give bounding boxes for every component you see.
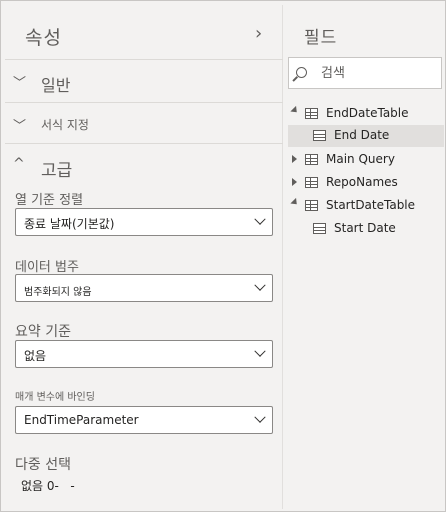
bind-to-parameter-value: EndTimeParameter [24,413,139,427]
multi-select-label: 다중 선택 [15,457,71,473]
bind-to-parameter-dropdown[interactable]: EndTimeParameter [15,406,273,434]
table-icon [305,200,318,211]
tree-item-label: EndDateTable [326,106,409,120]
data-category-value: 범주화되지 않음 [24,287,92,298]
sort-by-column-value: 종료 날짜(기본값) [24,217,115,231]
chevron-down-icon: ﹀ [13,76,27,91]
sort-by-column-dropdown[interactable]: 종료 날짜(기본값) [15,208,273,236]
chevron-down-icon [254,279,266,291]
chevron-down-icon [254,411,266,423]
data-category-dropdown[interactable]: 범주화되지 않음 [15,274,273,302]
collapse-pane-chevron-icon[interactable]: › [255,23,262,44]
tree-item-end-date[interactable]: End Date [288,125,444,147]
data-category-label: 데이터 범주 [15,260,79,275]
collapsed-triangle-icon[interactable] [292,178,297,186]
bind-to-parameter-label: 매개 변수에 바인딩 [15,392,95,403]
column-icon [313,223,326,234]
summarize-by-dropdown[interactable]: 없음 [15,340,273,368]
tree-item-start-date[interactable]: Start Date [288,218,444,240]
fields-title: 필드 [304,28,338,48]
collapsed-triangle-icon[interactable] [292,155,297,163]
tree-item-label: StartDateTable [326,198,416,212]
summarize-by-label: 요약 기준 [15,324,71,340]
properties-title: 속성 [25,27,62,49]
tree-item-label: RepoNames [326,175,398,189]
expanded-triangle-icon[interactable] [290,197,300,208]
section-general-header[interactable]: ﹀ 일반 [5,60,283,102]
multi-select-value: 없음 0- - [21,479,75,493]
section-advanced-label: 고급 [41,161,73,181]
summarize-by-value: 없음 [24,349,47,363]
tree-item-enddatetable[interactable]: EndDateTable [288,103,444,125]
column-icon [313,130,326,141]
search-input[interactable] [321,64,437,82]
tree-item-label: Main Query [326,152,395,166]
table-icon [305,177,318,188]
fields-pane: 필드 EndDateTable End Date Main Query Repo… [284,5,444,509]
tree-item-label: End Date [334,128,390,142]
expanded-triangle-icon[interactable] [290,105,300,116]
table-icon [305,154,318,165]
section-advanced-header[interactable]: ^ 고급 [5,144,283,184]
section-formatting-header[interactable]: ﹀ 서식 지정 [5,103,283,143]
window-frame: 속성 › ﹀ 일반 ﹀ 서식 지정 ^ 고급 열 기준 정렬 종료 날짜(기본값… [0,0,446,512]
tree-item-main-query[interactable]: Main Query [288,149,444,171]
search-icon [296,67,307,78]
tree-item-label: Start Date [334,221,396,235]
chevron-up-icon: ^ [13,156,25,172]
section-general-label: 일반 [41,76,71,95]
chevron-down-icon: ﹀ [13,119,27,134]
chevron-down-icon [254,345,266,357]
sort-by-column-label: 열 기준 정렬 [15,193,84,208]
tree-item-startdatetable[interactable]: StartDateTable [288,195,444,217]
section-formatting-label: 서식 지정 [41,118,89,132]
table-icon [305,108,318,119]
properties-pane: 속성 › ﹀ 일반 ﹀ 서식 지정 ^ 고급 열 기준 정렬 종료 날짜(기본값… [5,5,283,509]
search-box[interactable] [288,57,442,89]
tree-item-reponames[interactable]: RepoNames [288,172,444,194]
chevron-down-icon [254,213,266,225]
